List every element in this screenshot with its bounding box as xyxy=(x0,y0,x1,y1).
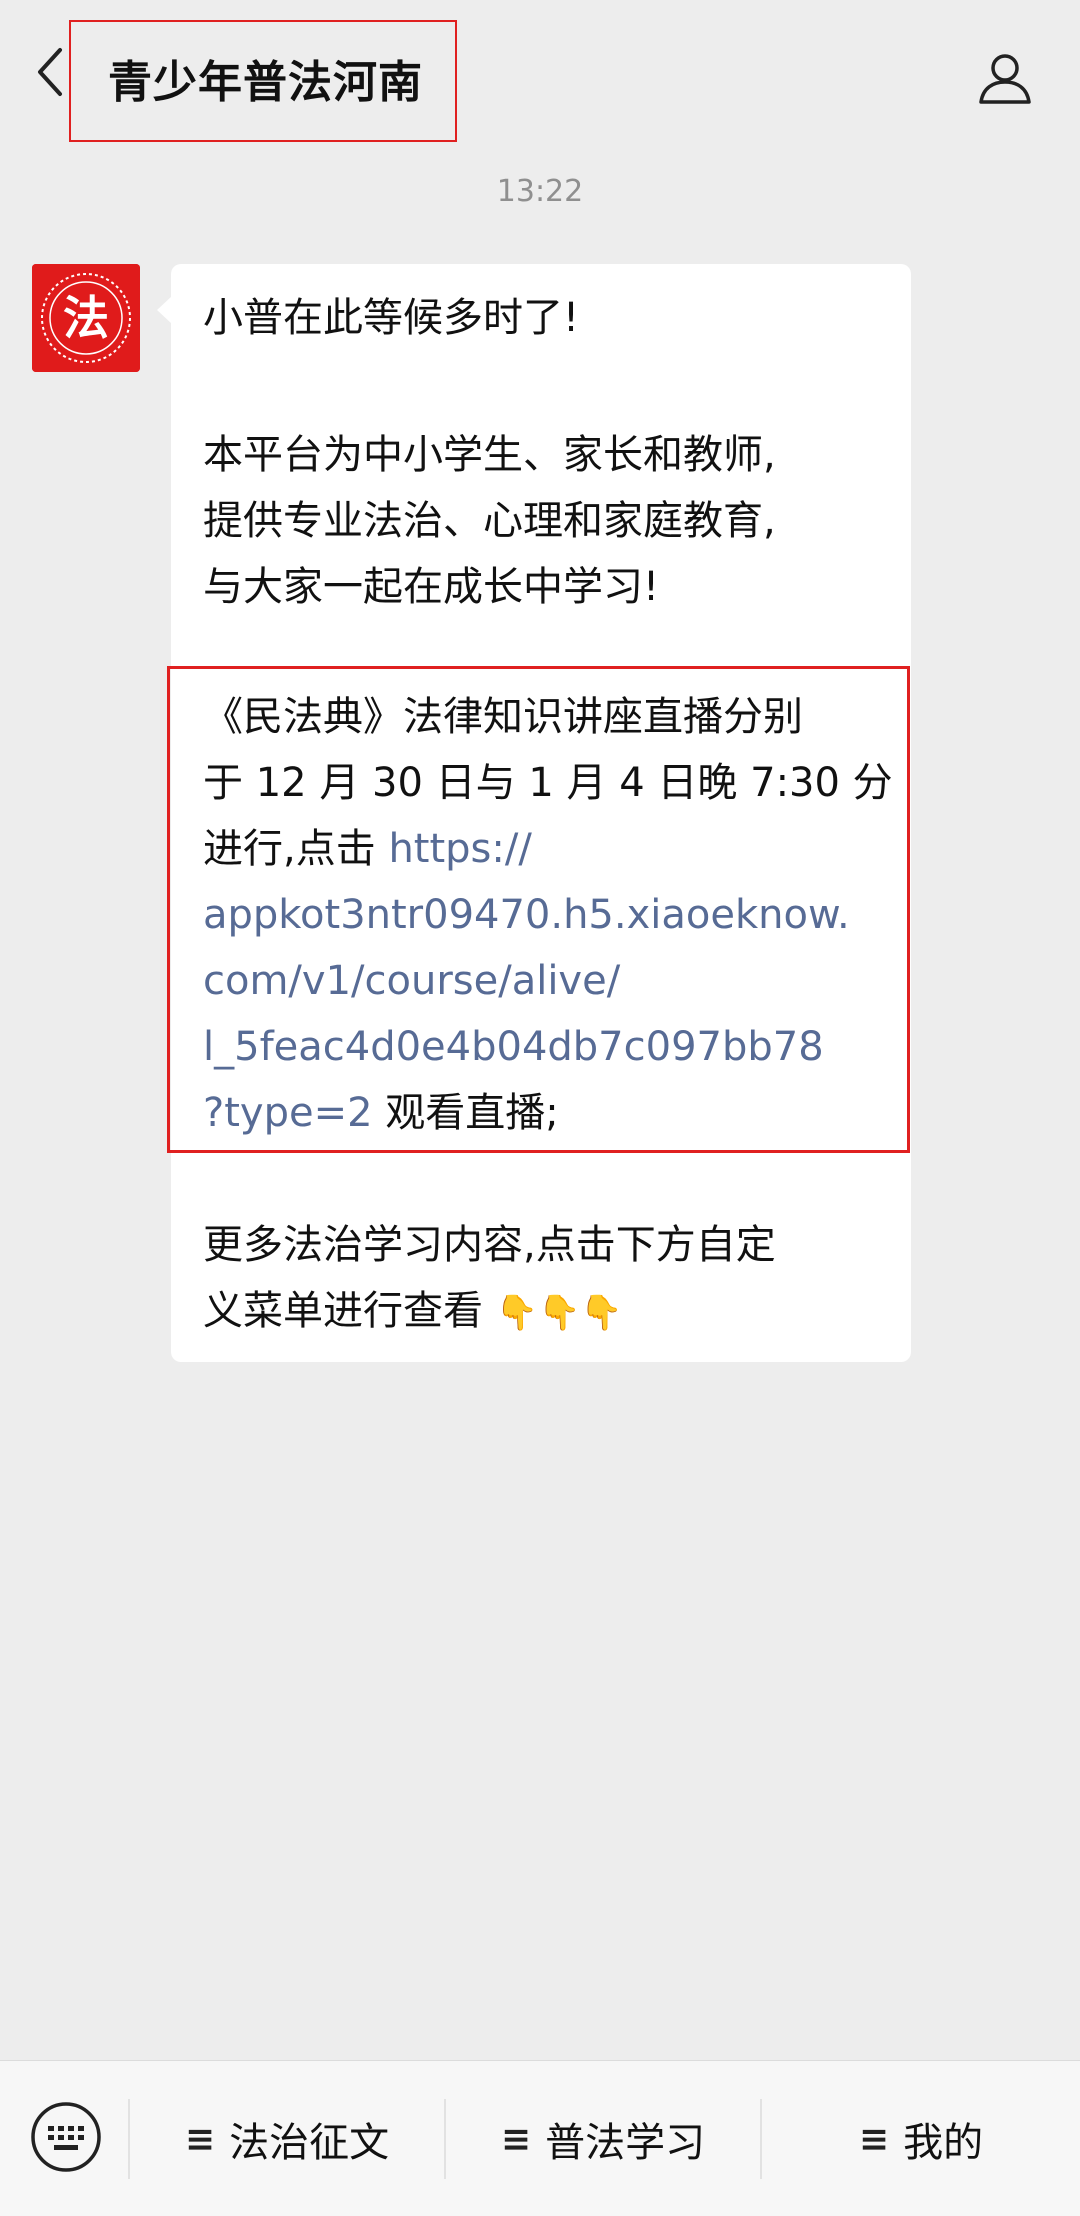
message-timestamp: 13:22 xyxy=(496,174,584,209)
law-logo-icon: 法 xyxy=(32,264,140,372)
chat-screen: 青少年普法河南 13:22 法 小普在此等候多时了! 本平台为中小学生、家长和教… xyxy=(0,0,1080,2216)
avatar[interactable]: 法 xyxy=(32,264,140,372)
notice-suffix: 观看直播; xyxy=(372,1090,559,1136)
notice-line-2: 于 12 月 30 日与 1 月 4 日晚 7:30 分 xyxy=(203,760,893,806)
notice-prefix: 进行,点击 xyxy=(203,826,389,872)
notice-line-1: 《民法典》法律知识讲座直播分别 xyxy=(203,694,803,740)
live-link-part-3[interactable]: com/v1/course/alive/ xyxy=(203,948,893,1014)
menu-lines-icon: ≡ xyxy=(500,2118,532,2160)
pointing-down-icon: 👇👇👇 xyxy=(495,1293,623,1333)
menu-item-study[interactable]: ≡ 普法学习 xyxy=(446,2061,760,2216)
bubble-tail xyxy=(157,296,172,324)
menu-item-essay[interactable]: ≡ 法治征文 xyxy=(130,2061,444,2216)
menu-lines-icon: ≡ xyxy=(184,2118,216,2160)
intro-line-1: 本平台为中小学生、家长和教师, xyxy=(203,432,776,478)
intro-line-3: 与大家一起在成长中学习! xyxy=(203,564,660,610)
live-link-part-2[interactable]: appkot3ntr09470.h5.xiaoeknow. xyxy=(203,882,893,948)
avatar-glyph: 法 xyxy=(63,291,109,345)
greeting-text: 小普在此等候多时了! xyxy=(203,295,580,341)
profile-button[interactable] xyxy=(975,48,1035,108)
notice-line-3: 进行,点击 https:// xyxy=(203,816,893,882)
more-line-1: 更多法治学习内容,点击下方自定 xyxy=(203,1222,776,1268)
live-link-part-5[interactable]: ?type=2 xyxy=(203,1090,373,1136)
person-icon xyxy=(979,54,1031,104)
menu-item-mine[interactable]: ≡ 我的 xyxy=(762,2061,1080,2216)
custom-menu-bar: ≡ 法治征文 ≡ 普法学习 ≡ 我的 xyxy=(0,2060,1080,2216)
keyboard-icon xyxy=(31,2102,101,2172)
intro-line-2: 提供专业法治、心理和家庭教育, xyxy=(203,498,776,544)
keyboard-button[interactable] xyxy=(30,2101,102,2173)
top-bar: 青少年普法河南 xyxy=(0,0,1080,150)
menu-item-label: 普法学习 xyxy=(545,2120,706,2166)
live-link-part-4[interactable]: l_5feac4d0e4b04db7c097bb78 xyxy=(203,1014,893,1080)
menu-item-label: 法治征文 xyxy=(229,2120,390,2166)
live-link-part-1[interactable]: https:// xyxy=(388,826,531,872)
page-title: 青少年普法河南 xyxy=(108,57,423,108)
menu-item-label: 我的 xyxy=(903,2120,984,2166)
menu-lines-icon: ≡ xyxy=(858,2118,890,2160)
notice-line-last: ?type=2 观看直播; xyxy=(203,1080,893,1146)
more-line-2-text: 义菜单进行查看 xyxy=(203,1288,483,1334)
more-line-2: 义菜单进行查看 👇👇👇 xyxy=(203,1278,893,1346)
